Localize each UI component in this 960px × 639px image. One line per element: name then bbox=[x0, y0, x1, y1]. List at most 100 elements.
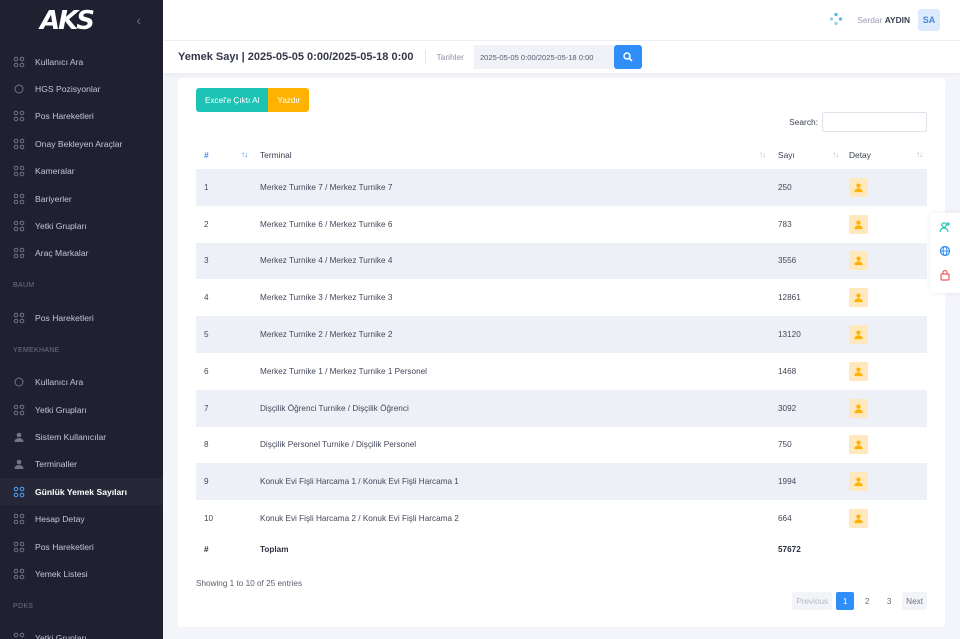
detail-button[interactable] bbox=[849, 361, 868, 381]
sidebar-item-günlük-yemek-sayıları[interactable]: Günlük Yemek Sayıları bbox=[0, 478, 163, 506]
globe-icon[interactable] bbox=[939, 244, 951, 262]
sidebar-item-yetki-grupları[interactable]: Yetki Grupları bbox=[0, 396, 163, 423]
row-detail bbox=[843, 427, 927, 464]
sidebar-item-hesap-detay[interactable]: Hesap Detay bbox=[0, 505, 163, 532]
row-count: 664 bbox=[778, 514, 792, 524]
sidebar-item-label: Terminaller bbox=[35, 459, 78, 470]
section-pdks: PDKS bbox=[13, 602, 34, 610]
sidebar-item-pos-hareketleri[interactable]: Pos Hareketleri bbox=[0, 304, 163, 331]
row-terminal: Konuk Evi Fişli Harcama 2 / Konuk Evi Fi… bbox=[260, 514, 459, 524]
sidebar-item-label: Bariyerler bbox=[35, 193, 72, 204]
lock-icon[interactable] bbox=[939, 268, 951, 286]
export-buttons: Excel'e Çıktı Al Yazdır bbox=[196, 88, 310, 112]
row-terminal: Merkez Turnike 7 / Merkez Turnike 7 bbox=[260, 182, 393, 192]
sidebar-item-label: Onay Bekleyen Araçlar bbox=[35, 138, 123, 149]
search-button[interactable] bbox=[613, 45, 642, 69]
row-count: 12861 bbox=[778, 293, 801, 303]
sidebar: AKS ‹ Kullanıcı Ara HGS Pozisyonlar Pos Ha… bbox=[0, 0, 163, 639]
sidebar-item-yetki-grupları[interactable]: Yetki Grupları bbox=[0, 212, 163, 239]
sidebar-item-yemek-listesi[interactable]: Yemek Listesi bbox=[0, 560, 163, 587]
sidebar-item-hgs-pozisyonlar[interactable]: HGS Pozisyonlar bbox=[0, 75, 163, 102]
sidebar-item-yetki-grupları[interactable]: Yetki Grupları bbox=[0, 625, 163, 639]
detail-button[interactable] bbox=[849, 214, 868, 234]
print-button[interactable]: Yazdır bbox=[268, 88, 310, 112]
sidebar-item-label: Yetki Grupları bbox=[35, 221, 87, 232]
header-detail[interactable]: Detay ↑↓ bbox=[843, 141, 927, 169]
sidebar-item-label: Kameralar bbox=[35, 166, 75, 177]
header-count[interactable]: Sayı ↑↓ bbox=[770, 141, 843, 169]
detail-button[interactable] bbox=[849, 472, 868, 492]
row-count: 3556 bbox=[778, 256, 797, 266]
detail-button[interactable] bbox=[849, 398, 868, 418]
grid-icon bbox=[13, 193, 25, 205]
sidebar-item-pos-hareketleri[interactable]: Pos Hareketleri bbox=[0, 533, 163, 560]
previous-button[interactable]: Previous bbox=[792, 592, 833, 610]
table-footer-row: # Toplam 57672 bbox=[196, 537, 927, 563]
detail-button[interactable] bbox=[849, 251, 868, 271]
row-detail bbox=[843, 353, 927, 390]
sort-icon[interactable]: ↑↓ bbox=[832, 150, 839, 159]
row-terminal: Merkez Turnike 6 / Merkez Turnike 6 bbox=[260, 219, 393, 229]
sidebar-item-araç-markalar[interactable]: Araç Markalar bbox=[0, 240, 163, 267]
page-3-button[interactable]: 3 bbox=[880, 592, 898, 610]
row-detail bbox=[843, 206, 927, 243]
subheader: Yemek Sayı | 2025-05-05 0:00/2025-05-18 … bbox=[163, 41, 960, 73]
detail-button[interactable] bbox=[849, 509, 868, 529]
sidebar-item-label: Yemek Listesi bbox=[35, 568, 88, 579]
grid-icon bbox=[13, 165, 25, 177]
row-terminal: Dişçilik Personel Turnike / Dişçilik Per… bbox=[260, 440, 417, 450]
sort-icon[interactable]: ↑↓ bbox=[916, 150, 923, 159]
row-detail bbox=[843, 279, 927, 316]
footer-label: Toplam bbox=[260, 545, 289, 555]
row-terminal: Konuk Evi Fişli Harcama 1 / Konuk Evi Fi… bbox=[260, 477, 459, 487]
detail-button[interactable] bbox=[849, 288, 868, 308]
sidebar-item-onay-bekleyen-araçlar[interactable]: Onay Bekleyen Araçlar bbox=[0, 130, 163, 157]
table-search-input[interactable] bbox=[822, 112, 927, 132]
row-no: 7 bbox=[204, 403, 209, 413]
detail-button[interactable] bbox=[849, 177, 868, 197]
excel-export-button[interactable]: Excel'e Çıktı Al bbox=[196, 88, 269, 112]
grid-icon bbox=[13, 404, 25, 416]
sidebar-collapse-icon[interactable]: ‹ bbox=[136, 12, 141, 28]
sidebar-item-kullanıcı-ara[interactable]: Kullanıcı Ara bbox=[0, 48, 163, 75]
row-terminal: Dişçilik Öğrenci Turnike / Dişçilik Öğre… bbox=[260, 403, 409, 413]
grid-icon bbox=[13, 632, 25, 639]
row-count: 1994 bbox=[778, 477, 797, 487]
grid-icon bbox=[13, 220, 25, 232]
row-terminal: Merkez Turnike 4 / Merkez Turnike 4 bbox=[260, 256, 393, 266]
page-2-button[interactable]: 2 bbox=[858, 592, 876, 610]
sidebar-item-pos-hareketleri[interactable]: Pos Hareketleri bbox=[0, 103, 163, 130]
circle-icon bbox=[13, 376, 25, 388]
sort-icon[interactable]: ↑↓ bbox=[759, 150, 766, 159]
sidebar-item-kameralar[interactable]: Kameralar bbox=[0, 158, 163, 185]
apps-icon[interactable] bbox=[829, 12, 843, 29]
logo[interactable]: AKS ‹ bbox=[0, 0, 163, 42]
sidebar-item-bariyerler[interactable]: Bariyerler bbox=[0, 185, 163, 212]
grid-icon bbox=[13, 541, 25, 553]
next-button[interactable]: Next bbox=[902, 592, 927, 610]
row-detail bbox=[843, 463, 927, 500]
row-count: 250 bbox=[778, 182, 792, 192]
sidebar-item-terminaller[interactable]: Terminaller bbox=[0, 451, 163, 478]
sort-icon[interactable]: ↑↓ bbox=[241, 150, 248, 159]
page-1-button[interactable]: 1 bbox=[836, 592, 855, 610]
row-no: 10 bbox=[204, 514, 214, 524]
sidebar-item-kullanıcı-ara[interactable]: Kullanıcı Ara bbox=[0, 369, 163, 396]
header-no[interactable]: # ↑↓ bbox=[196, 141, 252, 169]
logo-text: AKS bbox=[40, 6, 95, 36]
detail-button[interactable] bbox=[849, 435, 868, 455]
avatar[interactable]: SA bbox=[918, 9, 940, 31]
user-icon bbox=[854, 441, 863, 450]
sidebar-item-sistem-kullanıcılar[interactable]: Sistem Kullanıcılar bbox=[0, 423, 163, 450]
date-range-input[interactable] bbox=[473, 45, 614, 69]
table-row: 2 Merkez Turnike 6 / Merkez Turnike 6 783 bbox=[196, 206, 927, 243]
page-title: Yemek Sayı | 2025-05-05 0:00/2025-05-18 … bbox=[178, 51, 414, 63]
detail-button[interactable] bbox=[849, 325, 868, 345]
table-row: 6 Merkez Turnike 1 / Merkez Turnike 1 Per… bbox=[196, 353, 927, 390]
row-terminal: Merkez Turnike 1 / Merkez Turnike 1 Pers… bbox=[260, 366, 427, 376]
user-add-icon[interactable] bbox=[939, 220, 951, 238]
row-terminal: Merkez Turnike 2 / Merkez Turnike 2 bbox=[260, 330, 393, 340]
header-terminal[interactable]: Terminal ↑↓ bbox=[252, 141, 770, 169]
user-menu[interactable]: Serdar AYDIN SA bbox=[829, 9, 940, 31]
pagination: Previous 1 2 3 Next bbox=[792, 592, 927, 610]
